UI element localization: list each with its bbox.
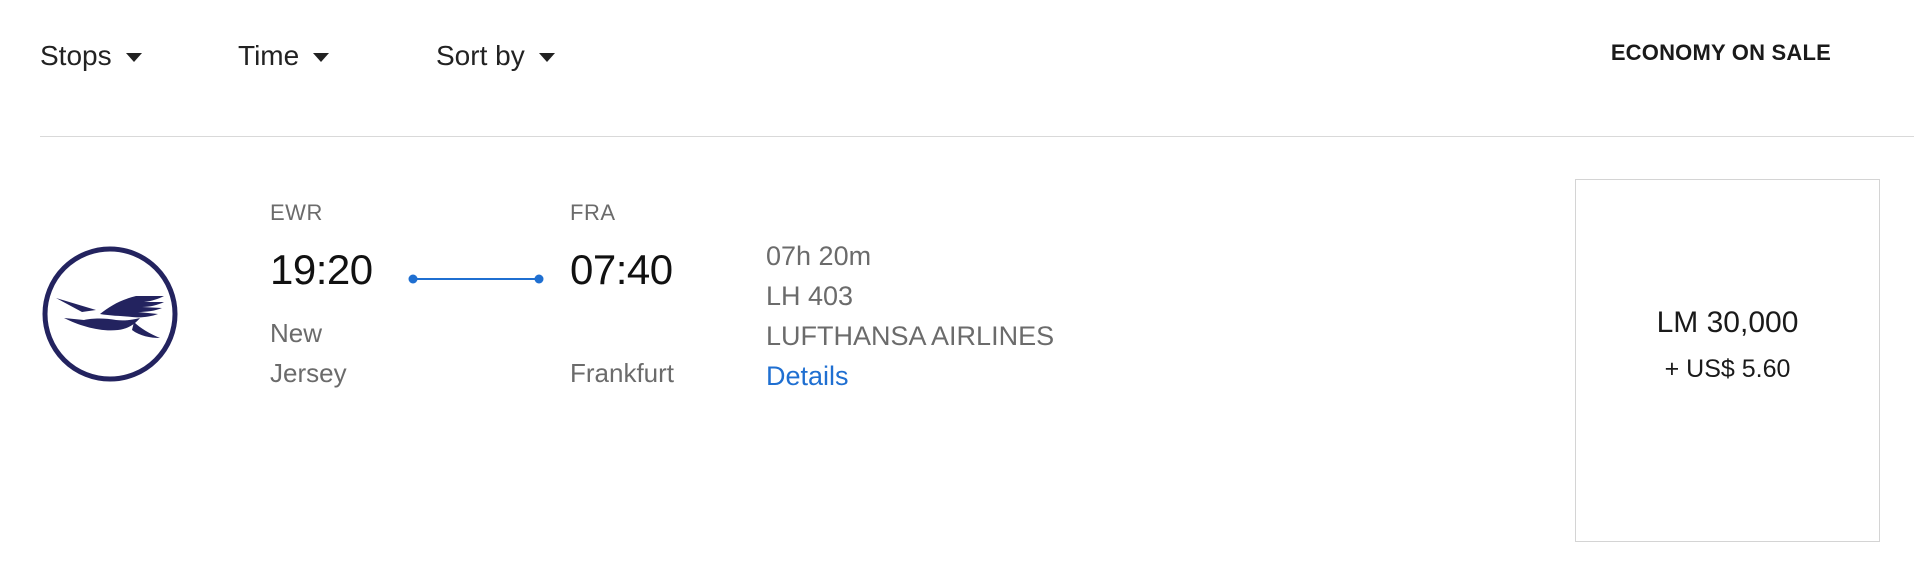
caret-down-icon	[313, 52, 330, 62]
flight-info: 07h 20m LH 403 LUFTHANSA AIRLINES Detail…	[766, 236, 1054, 396]
stops-filter-label: Stops	[40, 40, 112, 71]
arrival-city: Frankfurt	[570, 358, 675, 388]
fare-taxes: + US$ 5.60	[1664, 355, 1791, 383]
caret-down-icon	[538, 52, 555, 62]
sort-by-label: Sort by	[436, 40, 525, 71]
stops-filter-dropdown[interactable]: Stops	[40, 36, 142, 76]
cabin-column-header: ECONOMY ON SALE	[1610, 40, 1831, 65]
route-line	[408, 274, 544, 284]
departure-airport-code: EWR	[270, 200, 323, 225]
flight-number: LH 403	[766, 281, 854, 311]
airline-name: LUFTHANSA AIRLINES	[766, 321, 1055, 351]
caret-down-icon	[125, 52, 142, 62]
departure-city: New Jersey	[270, 318, 347, 388]
departure-time: 19:20	[270, 246, 373, 293]
arrival-airport-code: FRA	[570, 200, 616, 225]
economy-fare-option[interactable]: LM 30,000 + US$ 5.60	[1575, 179, 1880, 542]
time-filter-dropdown[interactable]: Time	[238, 36, 330, 76]
sort-by-dropdown[interactable]: Sort by	[436, 36, 555, 76]
arrival-time: 07:40	[570, 246, 673, 293]
details-link[interactable]: Details	[766, 356, 1054, 396]
flight-results-page: Stops Time Sort by ECONOMY ON SALE EWR 1…	[0, 0, 1914, 566]
flight-duration: 07h 20m	[766, 241, 872, 271]
lufthansa-crane-logo-icon	[42, 246, 178, 382]
fare-miles: LM 30,000	[1656, 306, 1799, 339]
time-filter-label: Time	[238, 40, 300, 71]
filter-bar: Stops Time Sort by ECONOMY ON SALE	[40, 0, 1914, 137]
